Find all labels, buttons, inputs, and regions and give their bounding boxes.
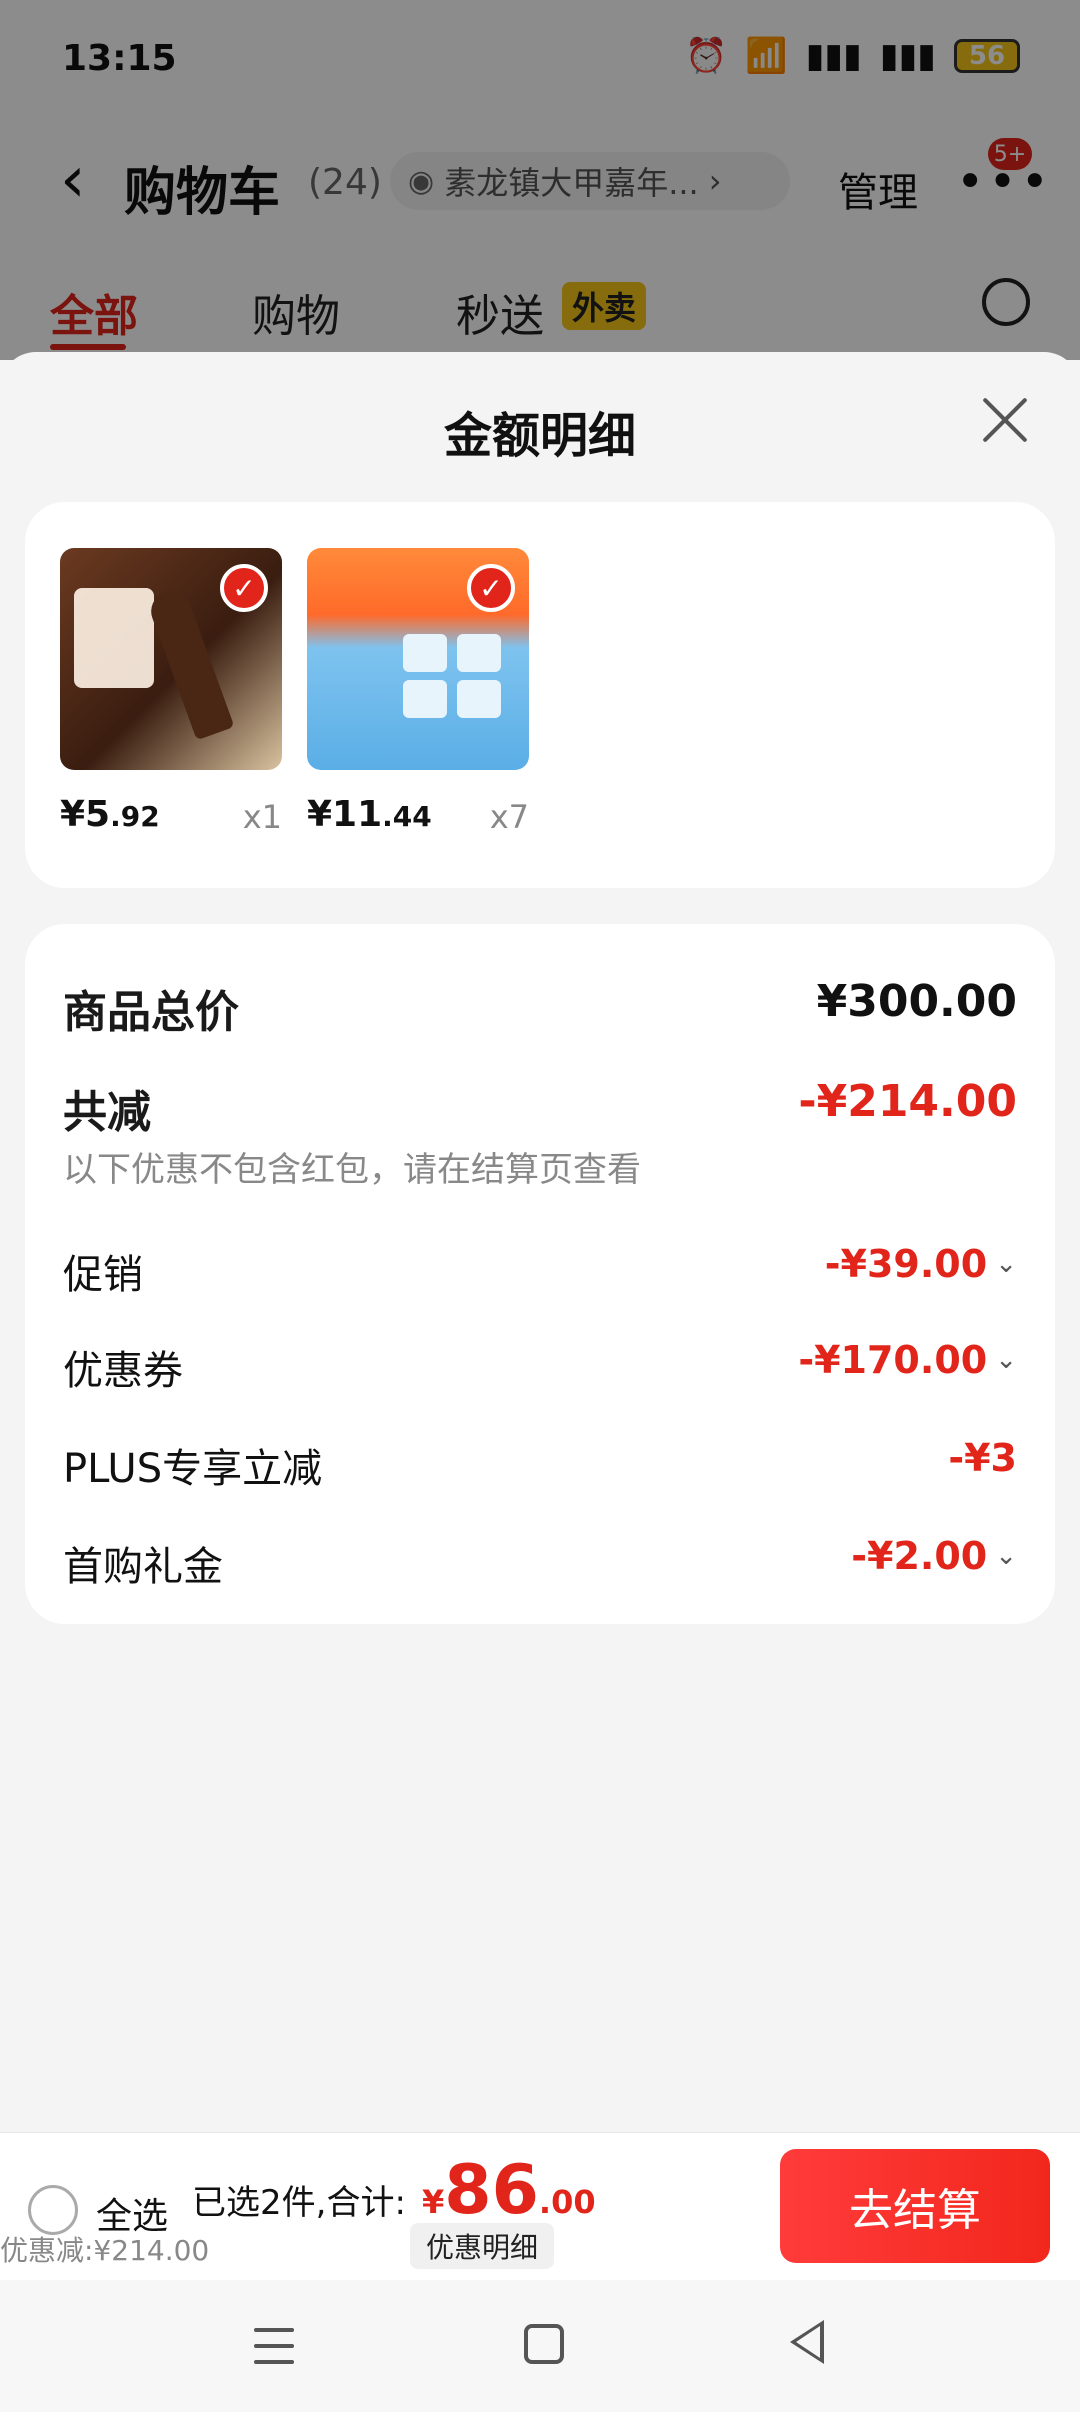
product-art (457, 634, 501, 672)
check-icon[interactable]: ✓ (220, 564, 268, 612)
discount-row-first-purchase[interactable]: 首购礼金 -¥2.00 ⌄ (63, 1534, 1017, 1594)
discount-detail-button[interactable]: 优惠明细 (410, 2223, 555, 2269)
discount-row-plus: PLUS专享立减 -¥3 (63, 1436, 1017, 1496)
discount-label: 优惠券 (63, 1348, 183, 1394)
discount-value: -¥3 (948, 1436, 1017, 1480)
discount-value: -¥39.00 ⌄ (824, 1242, 1017, 1286)
total-reduction-value: -¥214.00 (798, 1076, 1017, 1127)
reduction-note: 以下优惠不包含红包，请在结算页查看 (63, 1150, 641, 1190)
product-item[interactable]: ✓ ¥11.44 x7 (307, 548, 529, 836)
close-icon[interactable] (975, 390, 1035, 450)
discount-label: PLUS专享立减 (63, 1446, 323, 1492)
system-nav-bar (0, 2280, 1080, 2412)
checkout-bar: 全选 已选2件,合计: ¥86.00 优惠减:¥214.00 优惠明细 去结算 (0, 2132, 1080, 2280)
product-price: ¥11.44 (307, 794, 432, 835)
discount-value: -¥2.00 ⌄ (851, 1534, 1017, 1578)
product-item[interactable]: ✓ ¥5.92 x1 (60, 548, 282, 836)
chevron-down-icon: ⌄ (995, 1249, 1017, 1279)
amount-detail-sheet: 金额明细 ✓ ¥5.92 x1 ✓ ¥11.44 x7 商品总价 ¥300.00… (0, 352, 1080, 2132)
discount-summary: 优惠减:¥214.00 (0, 2234, 210, 2267)
product-art (74, 588, 154, 688)
discount-label: 促销 (63, 1252, 143, 1298)
sheet-title: 金额明细 (443, 408, 636, 464)
home-icon[interactable] (524, 2324, 564, 2364)
product-quantity: x7 (489, 798, 529, 836)
select-all-radio[interactable] (28, 2185, 78, 2235)
discount-row-promotion[interactable]: 促销 -¥39.00 ⌄ (63, 1242, 1017, 1302)
chevron-down-icon: ⌄ (995, 1541, 1017, 1571)
total-price-label: 商品总价 (63, 987, 239, 1038)
product-art (457, 680, 501, 718)
total-price-value: ¥300.00 (816, 976, 1017, 1027)
back-triangle-icon[interactable] (790, 2320, 824, 2364)
checkout-button[interactable]: 去结算 (780, 2149, 1050, 2263)
product-image: ✓ (60, 548, 282, 770)
discount-value: -¥170.00 ⌄ (798, 1338, 1017, 1382)
product-art (403, 680, 447, 718)
product-quantity: x1 (242, 798, 282, 836)
product-image: ✓ (307, 548, 529, 770)
price-breakdown-card: 商品总价 ¥300.00 共减 -¥214.00 以下优惠不包含红包，请在结算页… (25, 924, 1055, 1624)
overlay-dim[interactable] (0, 0, 1080, 360)
check-icon[interactable]: ✓ (467, 564, 515, 612)
selected-products-card: ✓ ¥5.92 x1 ✓ ¥11.44 x7 (25, 502, 1055, 888)
menu-icon[interactable] (254, 2328, 294, 2364)
total-reduction-label: 共减 (63, 1087, 151, 1138)
discount-label: 首购礼金 (63, 1544, 223, 1590)
product-art (403, 634, 447, 672)
selection-summary: 已选2件,合计: (192, 2183, 406, 2223)
total-amount: ¥86.00 (422, 2151, 596, 2230)
product-art (145, 585, 235, 741)
product-price: ¥5.92 (60, 794, 160, 835)
chevron-down-icon: ⌄ (995, 1345, 1017, 1375)
discount-row-coupon[interactable]: 优惠券 -¥170.00 ⌄ (63, 1338, 1017, 1398)
